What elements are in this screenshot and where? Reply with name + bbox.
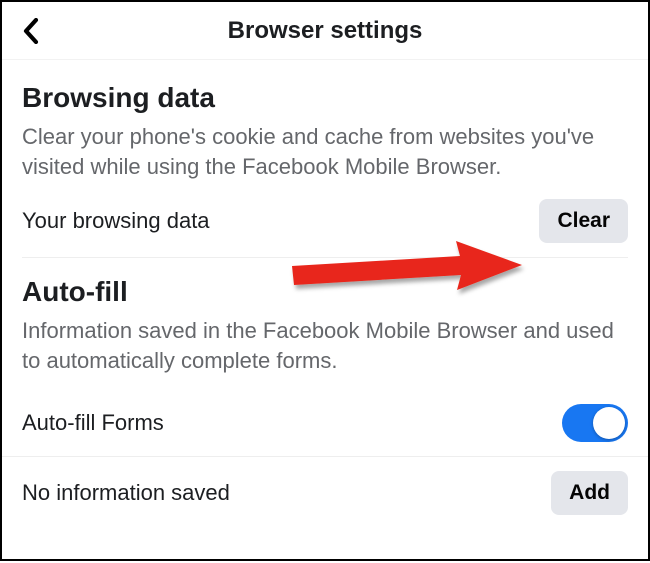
auto-fill-description: Information saved in the Facebook Mobile… (22, 316, 628, 375)
auto-fill-forms-label: Auto-fill Forms (22, 410, 164, 436)
browsing-data-heading: Browsing data (22, 82, 628, 114)
your-browsing-data-label: Your browsing data (22, 208, 210, 234)
browsing-data-description: Clear your phone's cookie and cache from… (22, 122, 628, 181)
auto-fill-forms-toggle[interactable] (562, 404, 628, 442)
auto-fill-heading: Auto-fill (22, 276, 628, 308)
add-button[interactable]: Add (551, 471, 628, 515)
auto-fill-forms-row: Auto-fill Forms (2, 390, 648, 457)
toggle-knob (593, 407, 625, 439)
page-title: Browser settings (228, 17, 423, 45)
back-button[interactable] (16, 16, 46, 46)
your-browsing-data-row: Your browsing data Clear (22, 195, 628, 258)
chevron-left-icon (22, 18, 40, 44)
no-information-saved-label: No information saved (22, 480, 230, 506)
clear-button[interactable]: Clear (539, 199, 628, 243)
no-information-saved-row: No information saved Add (2, 457, 648, 529)
